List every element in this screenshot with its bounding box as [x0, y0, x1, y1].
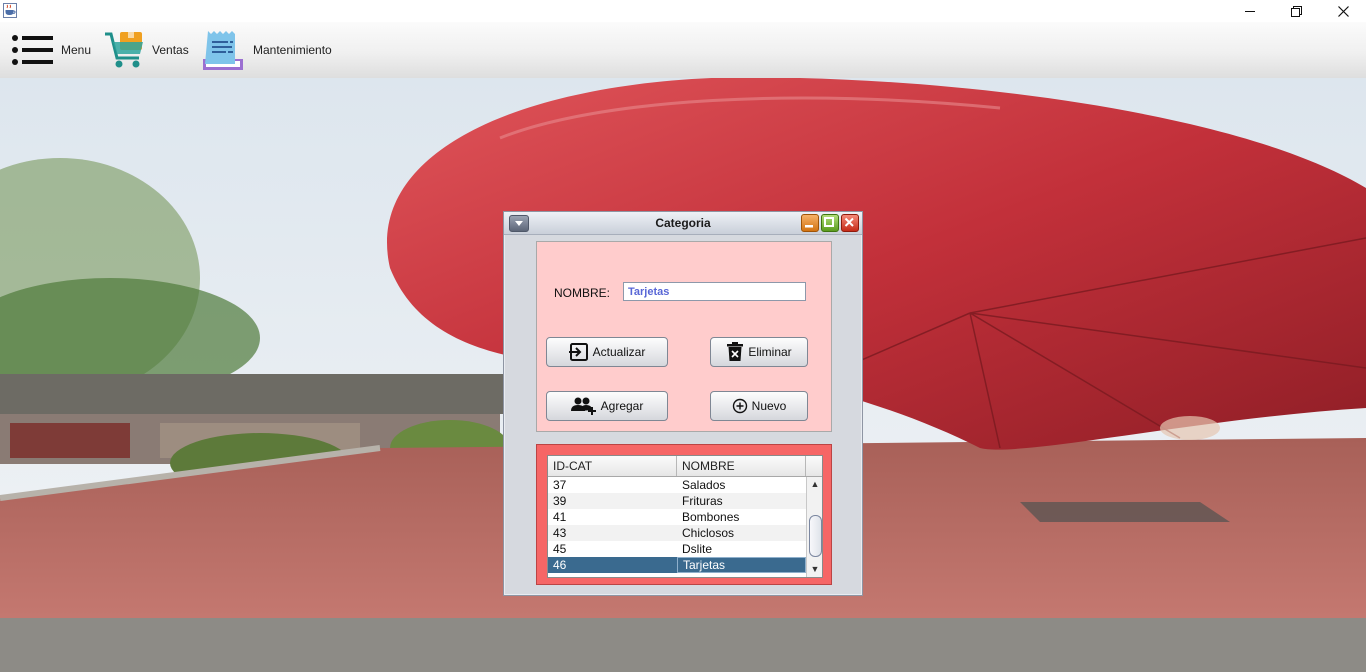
- hamburger-icon: [12, 35, 53, 65]
- table-row[interactable]: 45 Dslite: [548, 541, 806, 557]
- table-row[interactable]: 43 Chiclosos: [548, 525, 806, 541]
- table-header-corner: [806, 456, 822, 477]
- actualizar-button[interactable]: Actualizar: [546, 337, 668, 367]
- update-icon: [568, 343, 588, 361]
- cell-nombre: Frituras: [682, 494, 723, 508]
- menu-item-ventas[interactable]: Ventas: [104, 22, 189, 78]
- receipt-icon: [203, 31, 243, 70]
- table-row[interactable]: 37 Salados: [548, 477, 806, 493]
- table-row[interactable]: 39 Frituras: [548, 493, 806, 509]
- maximize-frame-button[interactable]: [821, 214, 839, 232]
- add-users-icon: [570, 397, 596, 415]
- categoria-titlebar[interactable]: Categoria: [504, 212, 862, 235]
- close-icon: [844, 217, 854, 227]
- close-icon: [1337, 5, 1349, 17]
- ventas-label: Ventas: [152, 43, 189, 57]
- table-header: ID-CAT NOMBRE: [548, 456, 806, 477]
- menu-item-mantenimiento[interactable]: Mantenimiento: [202, 22, 332, 78]
- table-scrollbar[interactable]: ▲ ▼: [806, 477, 822, 577]
- cell-nombre: Chiclosos: [682, 526, 735, 540]
- plus-circle-icon: [732, 398, 747, 414]
- cell-nombre: Dslite: [682, 542, 713, 556]
- cell-id: 43: [553, 526, 567, 540]
- cell-id: 37: [553, 478, 567, 492]
- cell-id: 39: [553, 494, 567, 508]
- restore-button[interactable]: [1273, 0, 1319, 22]
- minimize-icon: [1245, 11, 1255, 12]
- agregar-label: Agregar: [600, 399, 644, 413]
- restore-icon: [1290, 5, 1302, 17]
- scrollbar-thumb[interactable]: [809, 515, 822, 557]
- eliminar-label: Eliminar: [748, 345, 792, 359]
- cell-nombre: Bombones: [682, 510, 740, 524]
- nombre-input[interactable]: [623, 282, 806, 301]
- menu-label: Menu: [61, 43, 92, 57]
- nombre-label: NOMBRE:: [554, 286, 611, 300]
- column-header-id[interactable]: ID-CAT: [548, 456, 677, 476]
- table-row[interactable]: 41 Bombones: [548, 509, 806, 525]
- table-row-selected[interactable]: 46 Tarjetas: [548, 557, 806, 573]
- categoria-table: ID-CAT NOMBRE 37 Salados 39 Frituras 41 …: [547, 455, 823, 578]
- table-panel: ID-CAT NOMBRE 37 Salados 39 Frituras 41 …: [536, 444, 832, 585]
- scroll-down-arrow-icon[interactable]: ▼: [809, 563, 821, 575]
- cell-nombre: Salados: [682, 478, 726, 492]
- close-frame-button[interactable]: [841, 214, 859, 232]
- minimize-icon: [805, 225, 813, 228]
- cell-id: 41: [553, 510, 567, 524]
- cell-id: 45: [553, 542, 567, 556]
- maximize-icon: [824, 217, 834, 227]
- nuevo-label: Nuevo: [751, 399, 787, 413]
- menubar: Menu Ventas Mantenimiento: [0, 22, 1366, 79]
- cell-id: 46: [553, 558, 567, 572]
- eliminar-button[interactable]: Eliminar: [710, 337, 808, 367]
- nuevo-button[interactable]: Nuevo: [710, 391, 808, 421]
- cell-nombre: Tarjetas: [677, 557, 806, 573]
- menu-item-menu[interactable]: Menu: [10, 22, 91, 78]
- mantenimiento-label: Mantenimiento: [253, 43, 332, 57]
- trash-icon: [727, 342, 744, 361]
- shopping-cart-icon: [105, 32, 143, 68]
- java-cup-icon[interactable]: [3, 3, 17, 18]
- form-panel: NOMBRE: Actualizar Eliminar Agregar: [536, 241, 832, 432]
- column-header-nombre[interactable]: NOMBRE: [677, 456, 806, 476]
- actualizar-label: Actualizar: [592, 345, 646, 359]
- window-titlebar: [0, 0, 1366, 22]
- agregar-button[interactable]: Agregar: [546, 391, 668, 421]
- categoria-window: Categoria NOMBRE: Actualizar: [503, 211, 863, 596]
- minimize-frame-button[interactable]: [801, 214, 819, 232]
- table-body: 37 Salados 39 Frituras 41 Bombones 43 Ch…: [548, 477, 806, 573]
- close-button[interactable]: [1320, 0, 1366, 22]
- scroll-up-arrow-icon[interactable]: ▲: [809, 478, 821, 490]
- minimize-button[interactable]: [1227, 0, 1273, 22]
